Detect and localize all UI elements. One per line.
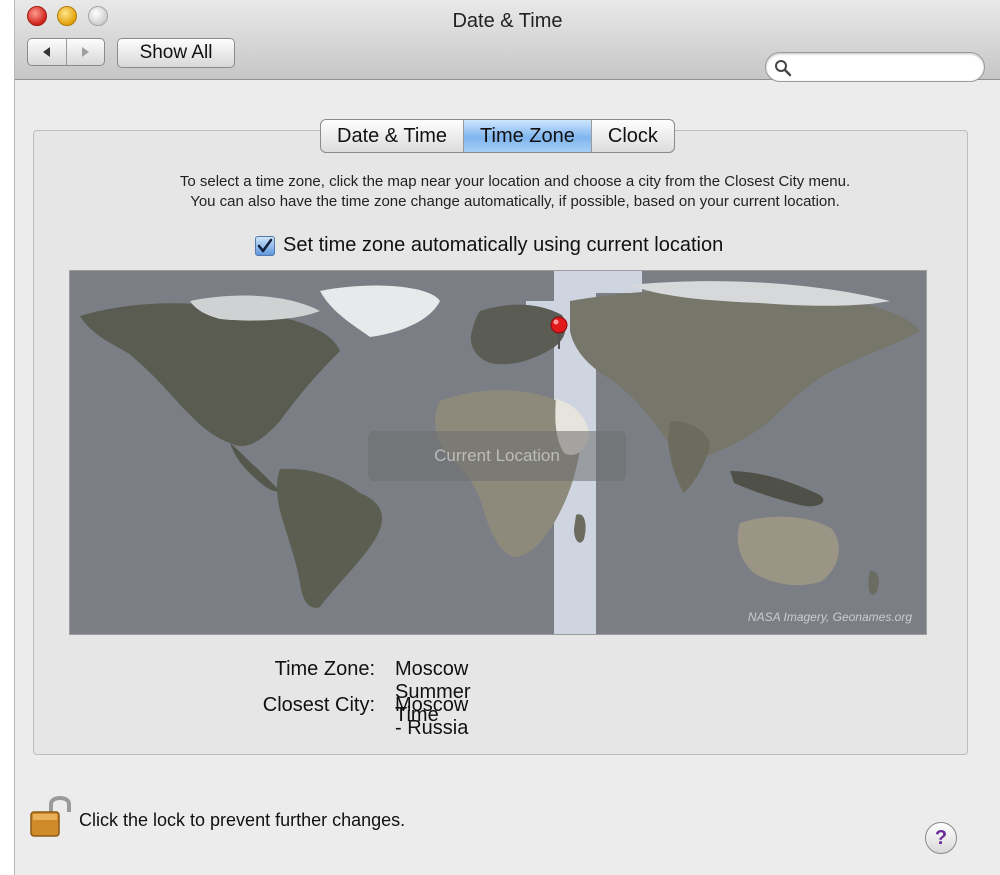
title-bar: Date & Time Show All bbox=[15, 0, 1000, 82]
triangle-left-icon bbox=[42, 47, 50, 57]
help-button[interactable]: ? bbox=[925, 822, 957, 854]
lock-text: Click the lock to prevent further change… bbox=[79, 810, 406, 830]
auto-timezone-label: Set time zone automatically using curren… bbox=[283, 234, 724, 256]
show-all-button[interactable]: Show All bbox=[117, 38, 235, 68]
preferences-window: Date & Time Show All Date & Time Time Zo… bbox=[14, 0, 1000, 875]
forward-button[interactable] bbox=[65, 39, 105, 65]
time-zone-label: Time Zone: bbox=[274, 658, 375, 680]
tab-date-time[interactable]: Date & Time bbox=[321, 120, 463, 152]
instructions-line-2: You can also have the time zone change a… bbox=[190, 193, 840, 210]
window-title: Date & Time bbox=[452, 10, 563, 32]
back-button[interactable] bbox=[28, 39, 66, 65]
tab-clock[interactable]: Clock bbox=[590, 120, 674, 152]
instructions-text: To select a time zone, click the map nea… bbox=[75, 172, 955, 212]
triangle-right-icon bbox=[82, 47, 90, 57]
instructions-line-1: To select a time zone, click the map nea… bbox=[179, 173, 851, 190]
world-map[interactable]: Current Location NASA Imagery, Geonames.… bbox=[69, 270, 927, 635]
closest-city-label: Closest City: bbox=[262, 694, 375, 716]
tab-bar: Date & Time Time Zone Clock bbox=[320, 119, 675, 153]
auto-timezone-option[interactable]: Set time zone automatically using curren… bbox=[255, 234, 723, 257]
lock-icon[interactable] bbox=[29, 790, 73, 838]
checkmark-icon bbox=[257, 238, 273, 252]
auto-timezone-checkbox[interactable] bbox=[255, 235, 275, 256]
closest-city-value[interactable]: Moscow - Russia bbox=[395, 694, 468, 740]
current-location-overlay: Current Location bbox=[368, 431, 626, 481]
search-icon bbox=[775, 60, 792, 77]
tab-time-zone[interactable]: Time Zone bbox=[463, 120, 591, 152]
back-forward-control bbox=[27, 38, 105, 66]
map-credit: NASA Imagery, Geonames.org bbox=[747, 610, 912, 624]
location-pin bbox=[550, 316, 568, 334]
search-field[interactable] bbox=[765, 52, 985, 82]
